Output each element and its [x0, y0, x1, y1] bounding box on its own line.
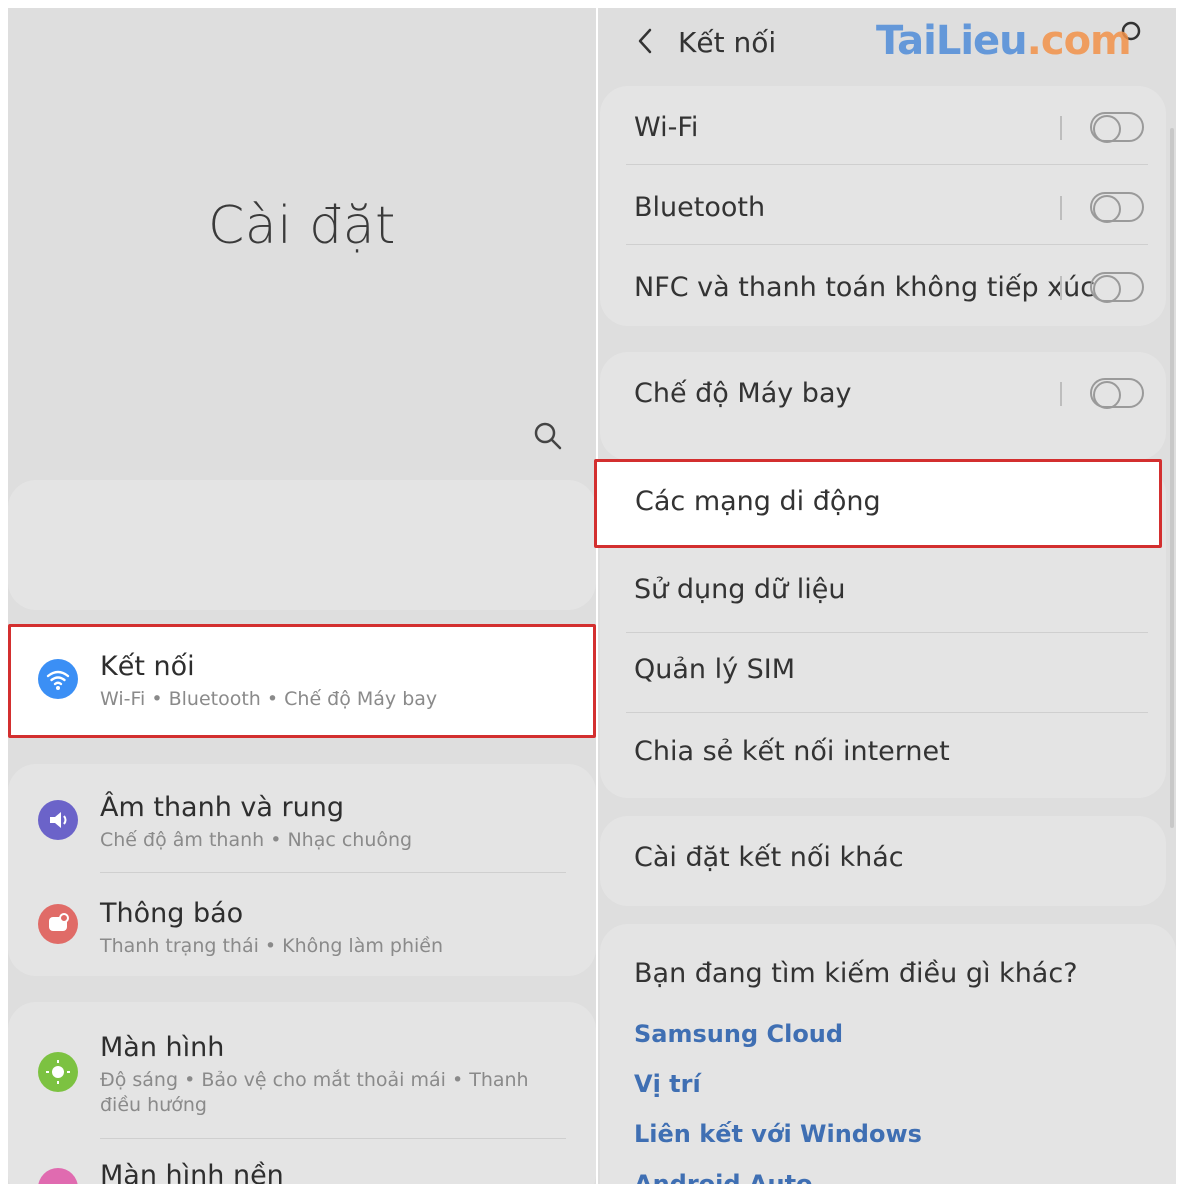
- airplane-card: Chế độ Máy bay: [600, 352, 1166, 460]
- suggestions-card: Bạn đang tìm kiếm điều gì khác? Samsung …: [600, 924, 1176, 1184]
- settings-item-more-connections[interactable]: Cài đặt kết nối khác: [634, 842, 904, 873]
- settings-item-connections[interactable]: Kết nối Wi-Fi • Bluetooth • Chế độ Máy b…: [8, 624, 596, 738]
- airplane-toggle[interactable]: [1060, 376, 1144, 410]
- brightness-icon: [38, 1052, 78, 1092]
- search-icon[interactable]: [530, 418, 566, 454]
- settings-item-hotspot[interactable]: Chia sẻ kết nối internet: [634, 736, 950, 767]
- divider: [626, 712, 1148, 713]
- back-icon[interactable]: [632, 24, 658, 58]
- link-location[interactable]: Vị trí: [634, 1070, 701, 1098]
- toggle-label-bluetooth[interactable]: Bluetooth: [634, 192, 765, 223]
- settings-main-pane: Cài đặt Âm thanh và rung Chế độ âm thanh…: [8, 8, 596, 1184]
- settings-item-data-usage[interactable]: Sử dụng dữ liệu: [634, 574, 845, 605]
- settings-item-subtitle: Chế độ âm thanh • Nhạc chuông: [100, 829, 413, 851]
- nfc-toggle[interactable]: [1060, 270, 1144, 304]
- settings-card-display: Màn hình Độ sáng • Bảo vệ cho mắt thoải …: [8, 1002, 596, 1184]
- wifi-toggle[interactable]: [1060, 110, 1144, 144]
- settings-item-display[interactable]: Màn hình Độ sáng • Bảo vệ cho mắt thoải …: [8, 1002, 596, 1136]
- more-card: Cài đặt kết nối khác: [600, 816, 1166, 906]
- divider: [626, 164, 1148, 165]
- settings-item-title: Màn hình: [100, 1032, 225, 1063]
- settings-item-subtitle: Thanh trạng thái • Không làm phiền: [100, 935, 444, 957]
- settings-item-notifications[interactable]: Thông báo Thanh trạng thái • Không làm p…: [8, 872, 596, 976]
- toggle-label-nfc[interactable]: NFC và thanh toán không tiếp xúc: [634, 272, 1095, 303]
- link-windows[interactable]: Liên kết với Windows: [634, 1120, 922, 1148]
- account-card[interactable]: [8, 480, 596, 610]
- speaker-icon: [38, 800, 78, 840]
- header-title: Kết nối: [678, 26, 777, 59]
- settings-item-sim-manager[interactable]: Quản lý SIM: [634, 654, 795, 685]
- link-android-auto[interactable]: Android Auto: [634, 1170, 813, 1184]
- wallpaper-icon: [38, 1168, 78, 1184]
- settings-item-wallpaper[interactable]: Màn hình nền: [8, 1140, 596, 1184]
- settings-item-label: Các mạng di động: [635, 486, 881, 517]
- settings-item-mobile-networks[interactable]: Các mạng di động: [594, 459, 1162, 548]
- connections-pane: Kết nối TaiLieu.com Wi-Fi Bluetooth NFC …: [598, 8, 1176, 1184]
- settings-card-sound-notifications: Âm thanh và rung Chế độ âm thanh • Nhạc …: [8, 764, 596, 976]
- suggestions-title: Bạn đang tìm kiếm điều gì khác?: [634, 958, 1078, 989]
- settings-item-subtitle: Độ sáng • Bảo vệ cho mắt thoải mái • Tha…: [100, 1069, 529, 1116]
- toggles-card: Wi-Fi Bluetooth NFC và thanh toán không …: [600, 86, 1166, 326]
- divider: [100, 1138, 566, 1139]
- divider: [626, 632, 1148, 633]
- watermark-logo: TaiLieu.com: [876, 18, 1132, 64]
- settings-item-title: Âm thanh và rung: [100, 792, 344, 823]
- settings-item-title: Thông báo: [100, 898, 244, 929]
- settings-item-sound[interactable]: Âm thanh và rung Chế độ âm thanh • Nhạc …: [8, 764, 596, 870]
- scrollbar[interactable]: [1170, 128, 1174, 828]
- divider: [626, 244, 1148, 245]
- settings-item-title: Kết nối: [100, 651, 195, 682]
- settings-item-subtitle: Wi-Fi • Bluetooth • Chế độ Máy bay: [100, 688, 438, 710]
- link-samsung-cloud[interactable]: Samsung Cloud: [634, 1020, 843, 1048]
- notification-icon: [38, 904, 78, 944]
- toggle-label-wifi[interactable]: Wi-Fi: [634, 112, 698, 143]
- settings-item-title: Màn hình nền: [100, 1160, 284, 1184]
- toggle-label-airplane[interactable]: Chế độ Máy bay: [634, 378, 851, 409]
- page-title: Cài đặt: [208, 196, 396, 256]
- bluetooth-toggle[interactable]: [1060, 190, 1144, 224]
- wifi-icon: [38, 659, 78, 699]
